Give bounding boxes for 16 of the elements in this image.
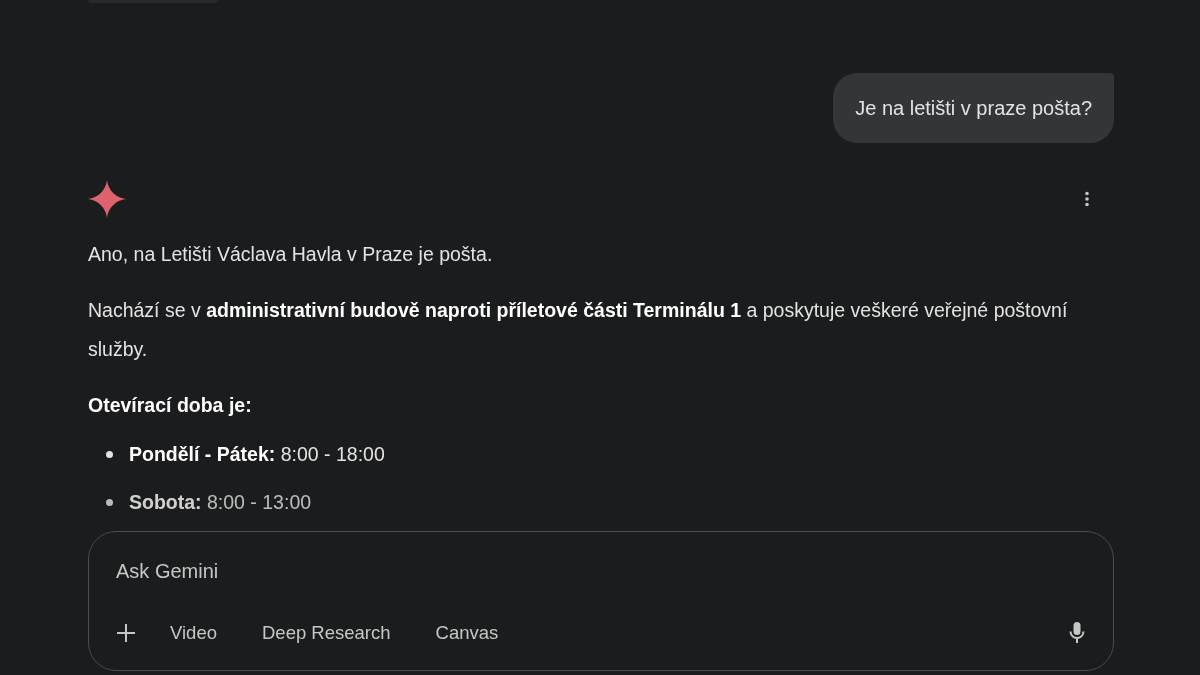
sparkle-icon — [88, 180, 126, 218]
opening-hours-item: Sobota: 8:00 - 13:00 — [129, 490, 312, 515]
more-options-icon[interactable] — [1084, 191, 1090, 207]
tool-button[interactable]: Video — [170, 618, 217, 648]
bullet-icon — [106, 451, 113, 458]
user-message: Je na letišti v praze pošta? — [833, 73, 1114, 143]
prompt-field[interactable]: Ask Gemini — [116, 554, 516, 588]
tool-button[interactable]: Deep Research — [262, 618, 391, 648]
hours-heading: Otevírací doba je: — [88, 393, 253, 418]
tool-button[interactable]: Canvas — [435, 618, 499, 648]
opening-hours-item: Pondělí - Pátek: 8:00 - 18:00 — [129, 442, 385, 467]
microphone-icon[interactable] — [1069, 622, 1085, 644]
bullet-icon — [106, 499, 113, 506]
response-paragraph: Nachází se v administrativní budově naproti příletové části Terminálu 1 a poskytuje veškeré veřejné poštovní služby. — [88, 298, 1069, 362]
add-icon[interactable] — [116, 623, 136, 643]
response-paragraph: Ano, na Letišti Václava Havla v Praze je pošta. — [88, 242, 494, 267]
